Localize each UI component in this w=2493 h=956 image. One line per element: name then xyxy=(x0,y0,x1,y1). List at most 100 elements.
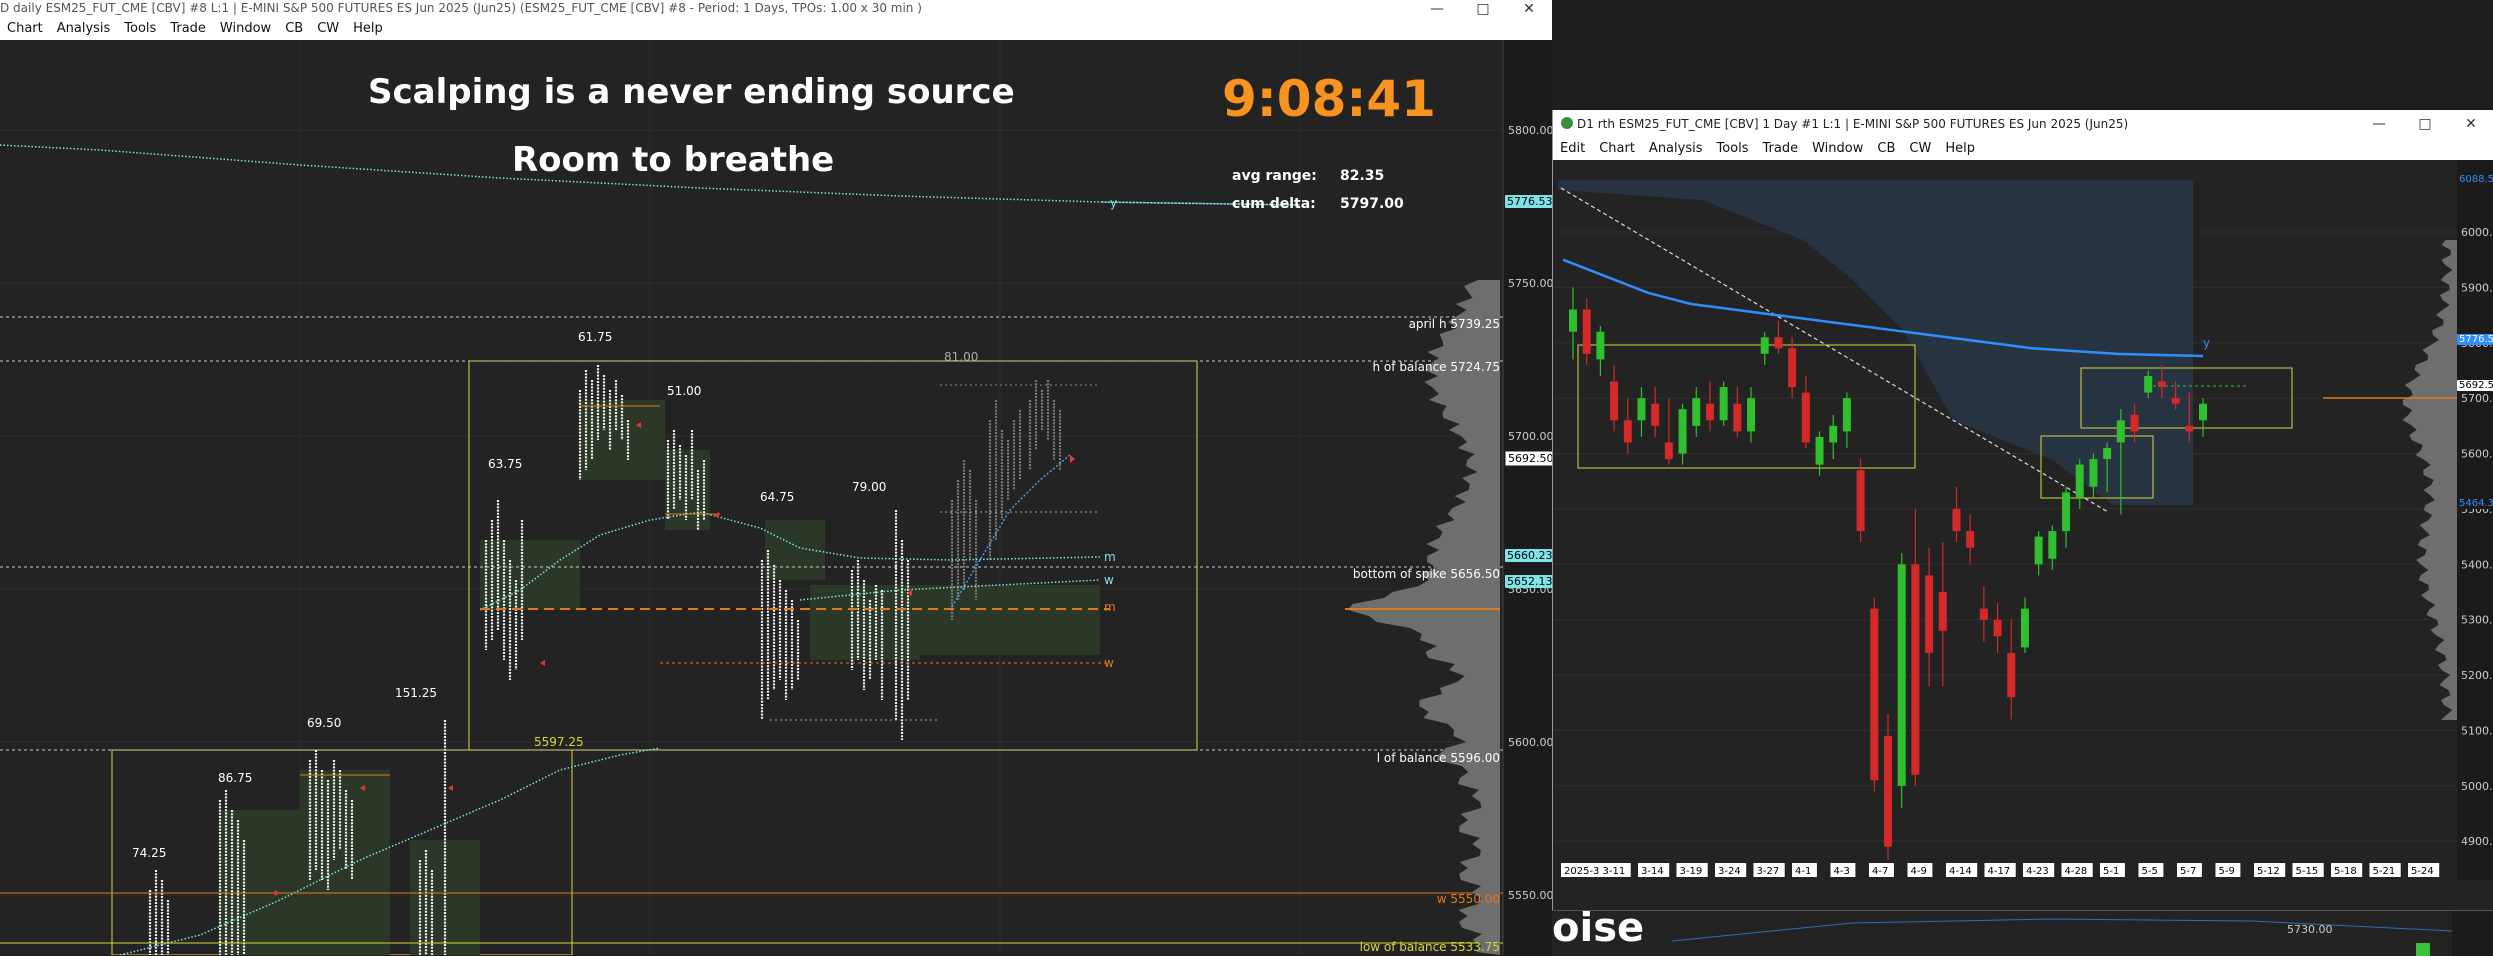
maximize-icon[interactable]: □ xyxy=(2402,110,2448,138)
left-price-axis[interactable] xyxy=(1503,40,1552,955)
close-icon[interactable]: ✕ xyxy=(1506,0,1552,18)
candle-body xyxy=(2103,448,2112,460)
menu-trade[interactable]: Trade xyxy=(170,18,206,40)
menu-analysis[interactable]: Analysis xyxy=(57,18,111,40)
app-icon xyxy=(1561,117,1573,129)
menu-cw[interactable]: CW xyxy=(317,18,339,40)
menu-cw[interactable]: CW xyxy=(1909,138,1931,160)
menu-tools[interactable]: Tools xyxy=(1716,138,1748,160)
menu-cb[interactable]: CB xyxy=(1877,138,1895,160)
candle-body xyxy=(2130,414,2139,432)
candle-body xyxy=(1678,409,1687,454)
candle-body xyxy=(1637,398,1646,421)
close-icon[interactable]: ✕ xyxy=(2448,110,2493,138)
cum-delta-value: 5797.00 xyxy=(1340,196,1404,212)
daily-x-tick: 4-28 xyxy=(2065,866,2088,877)
daily-y-tick: 5200.00 xyxy=(2461,669,2493,682)
left-chart-window: D daily ESM25_FUT_CME [CBV] #8 L:1 | E-M… xyxy=(0,0,1552,955)
range-label: 69.50 xyxy=(307,716,342,730)
right-window-controls: — □ ✕ xyxy=(2356,110,2493,138)
y-tick: 5700.00 xyxy=(1508,430,1552,443)
left-title-bar: D daily ESM25_FUT_CME [CBV] #8 L:1 | E-M… xyxy=(0,0,1552,18)
menu-chart[interactable]: Chart xyxy=(7,18,43,40)
candle-body xyxy=(1993,619,2002,637)
menu-trade[interactable]: Trade xyxy=(1763,138,1799,160)
price-tag: 5660.23 xyxy=(1505,549,1552,562)
menu-edit[interactable]: Edit xyxy=(1560,138,1585,160)
daily-x-tick: 5-24 xyxy=(2411,866,2434,877)
menu-help[interactable]: Help xyxy=(1945,138,1975,160)
candle-body xyxy=(1760,337,1769,354)
menu-chart[interactable]: Chart xyxy=(1599,138,1635,160)
candle-body xyxy=(2144,376,2153,393)
candle-body xyxy=(2089,459,2098,487)
menu-help[interactable]: Help xyxy=(353,18,383,40)
price-tag: 5692.50 xyxy=(1505,451,1552,466)
candle-body xyxy=(1801,392,1810,443)
daily-x-tick: 5-7 xyxy=(2180,866,2196,877)
cum-delta-label: cum delta: xyxy=(1232,196,1316,212)
fragment-y-tick: 5730.00 xyxy=(2287,923,2333,936)
right-chart-window: D1 rth ESM25_FUT_CME [CBV] 1 Day #1 L:1 … xyxy=(1552,110,2493,910)
menu-window[interactable]: Window xyxy=(1812,138,1863,160)
session-clock: 9:08:41 xyxy=(1222,70,1436,128)
right-window-title: D1 rth ESM25_FUT_CME [CBV] 1 Day #1 L:1 … xyxy=(1577,117,2129,131)
daily-x-tick: 4-14 xyxy=(1949,866,1972,877)
daily-y-tick: 6000.00 xyxy=(2461,226,2493,239)
right-title-bar: D1 rth ESM25_FUT_CME [CBV] 1 Day #1 L:1 … xyxy=(1553,110,2493,138)
range-label: 81.00 xyxy=(944,350,979,364)
candle-body xyxy=(2185,425,2194,432)
daily-y-tick: 5100.00 xyxy=(2461,724,2493,737)
level-label-low-of-balance-upper: l of balance 5596.00 xyxy=(1376,751,1500,765)
menu-tools[interactable]: Tools xyxy=(124,18,156,40)
left-window-title: D daily ESM25_FUT_CME [CBV] #8 L:1 | E-M… xyxy=(0,1,922,15)
menu-analysis[interactable]: Analysis xyxy=(1649,138,1703,160)
candle-body xyxy=(1925,575,1934,653)
range-label: 61.75 xyxy=(578,330,613,344)
candle-body xyxy=(1897,564,1906,786)
daily-x-tick: 4-17 xyxy=(1988,866,2011,877)
candle-body xyxy=(1952,508,1961,532)
avg-range-value: 82.35 xyxy=(1340,168,1385,184)
daily-price-tag: 5464.3 xyxy=(2457,498,2493,509)
daily-chart-canvas[interactable]: 6000.005900.005800.005700.005600.005500.… xyxy=(1553,160,2493,880)
avg-range-label: avg range: xyxy=(1232,168,1317,184)
candle-body xyxy=(2075,464,2084,498)
candle-body xyxy=(1569,309,1577,332)
price-tag: 5776.53 xyxy=(1505,195,1552,208)
candle-body xyxy=(1733,403,1742,432)
bottom-fragment-window: oise 5730.00 xyxy=(1552,910,2493,956)
level-label-high-of-balance: h of balance 5724.75 xyxy=(1372,360,1500,374)
headline-1: Scalping is a never ending source xyxy=(368,72,1015,112)
line-tag-y: y xyxy=(1110,196,1118,210)
daily-x-tick: 5-9 xyxy=(2219,866,2235,877)
daily-x-tick: 5-15 xyxy=(2296,866,2319,877)
minimize-icon[interactable]: — xyxy=(2356,110,2402,138)
menu-cb[interactable]: CB xyxy=(285,18,303,40)
daily-y-tick: 5300.00 xyxy=(2461,614,2493,627)
minimize-icon[interactable]: — xyxy=(1414,0,1460,18)
candle-body xyxy=(1938,592,1947,631)
level-label-april-high: april h 5739.25 xyxy=(1408,317,1500,331)
daily-price-axis[interactable] xyxy=(2457,160,2493,880)
daily-price-tag: 5776.5 xyxy=(2457,334,2493,345)
candle-body xyxy=(2007,652,2016,698)
daily-x-tick: 3-27 xyxy=(1757,866,1780,877)
candle-body xyxy=(1692,398,1701,426)
line-tag-m-orange: m xyxy=(1104,600,1116,614)
daily-y-tick: 5600.00 xyxy=(2461,448,2493,461)
candle-body xyxy=(1842,398,1851,432)
candle-body xyxy=(1596,331,1605,360)
daily-x-tick: 5-5 xyxy=(2142,866,2158,877)
candle-body xyxy=(1610,381,1619,421)
candle-body xyxy=(1829,425,1838,443)
daily-x-ticks: 2025-3-43-11 3-14 3-19 3-24 3-27 4-1 4-3 4-7 4-9… xyxy=(1553,860,2457,880)
y-tick: 5750.00 xyxy=(1508,277,1552,290)
balance-box-march xyxy=(1577,344,1916,469)
level-label-bottom-of-spike: bottom of spike 5656.50 xyxy=(1352,567,1500,581)
maximize-icon[interactable]: □ xyxy=(1460,0,1506,18)
menu-window[interactable]: Window xyxy=(220,18,271,40)
candle-body xyxy=(1582,309,1591,354)
daily-y-tick: 5400.00 xyxy=(2461,558,2493,571)
candle-body xyxy=(1719,387,1728,421)
